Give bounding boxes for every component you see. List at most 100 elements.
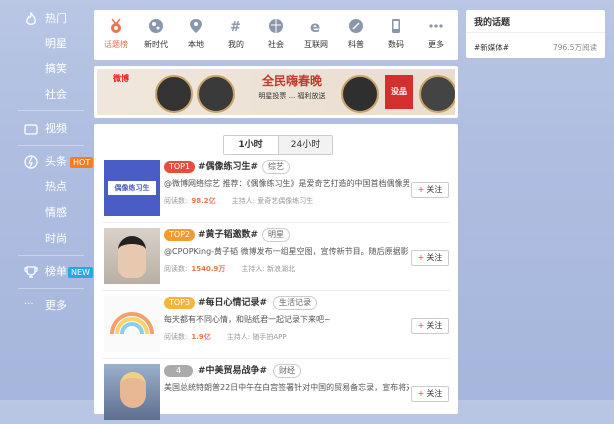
tab-more[interactable]: 更多 (416, 10, 456, 60)
topic-tag[interactable]: 生活记录 (273, 296, 317, 310)
nav-label: 热门 (45, 12, 67, 25)
tab-internet[interactable]: e 互联网 (296, 10, 336, 60)
nav-label: 头条 (45, 155, 67, 168)
topic-thumbnail (104, 364, 160, 420)
weibo-logo: 微博 (113, 74, 129, 83)
thumbnail-text: 偶像练习生 (108, 181, 156, 195)
row-divider (102, 222, 450, 223)
read-count-label: 阅读数: (164, 333, 188, 341)
phone-icon (392, 19, 400, 33)
read-count: 1.9亿 (191, 333, 211, 341)
my-topics-card: 我的话题 #新媒体# 796.5万阅读 (466, 10, 605, 58)
more-dots-icon (429, 24, 443, 28)
banner-prize: 没品 (385, 75, 413, 109)
topic-title[interactable]: #每日心情记录# (198, 296, 267, 310)
my-topic-read-count: 796.5万阅读 (553, 43, 597, 52)
tab-science[interactable]: 科普 (336, 10, 376, 60)
follow-label: 关注 (426, 321, 443, 330)
nav-item-hotspot[interactable]: 热点 (0, 176, 90, 198)
location-pin-icon (190, 19, 202, 33)
follow-button[interactable]: + 关注 (411, 182, 449, 198)
host-label: 主持人: (226, 333, 251, 341)
nav-item-funny[interactable]: 搞笑 (0, 58, 90, 80)
read-count-label: 阅读数: (164, 197, 188, 205)
banner-circle (419, 75, 455, 113)
read-count: 98.2亿 (191, 197, 216, 205)
banner-headline: 全民嗨春晚 明星投票 ... 福利放送 (245, 72, 339, 112)
topic-meta: 阅读数: 98.2亿 主持人: 爱奇艺偶像练习生 (164, 196, 313, 206)
tab-label: 互联网 (304, 40, 328, 49)
nav-divider (18, 288, 84, 289)
card-divider (466, 32, 605, 33)
nav-item-fashion[interactable]: 时尚 (0, 228, 90, 250)
nav-label: 更多 (45, 299, 67, 312)
topic-tag[interactable]: 综艺 (262, 160, 290, 174)
portrait-figure (118, 236, 146, 278)
topic-title[interactable]: #偶像练习生# (198, 160, 258, 174)
topic-row[interactable]: 偶像练习生 TOP1 #偶像练习生# 综艺 @微博网络综艺 推荐：《偶像练习生》… (102, 160, 450, 220)
topic-row[interactable]: TOP2 #黄子韬邀数# 明星 @CPOPKing-黄子韬 微博发布一组星空图，… (102, 228, 450, 288)
topic-title[interactable]: #黄子韬邀数# (198, 228, 258, 242)
topic-row[interactable]: TOP3 #每日心情记录# 生活记录 每天都有不同心情，和贴纸君一起记录下来吧~… (102, 296, 450, 356)
fire-icon (26, 12, 36, 25)
nav-item-video[interactable]: 视频 (0, 118, 90, 140)
tab-mine[interactable]: # 我的 (216, 10, 256, 60)
read-count: 1540.9万 (191, 265, 226, 273)
nav-item-stars[interactable]: 明星 (0, 33, 90, 55)
nav-item-emotion[interactable]: 情感 (0, 202, 90, 224)
host-label: 主持人: (241, 265, 265, 273)
promo-banner[interactable]: 微博 全民嗨春晚 明星投票 ... 福利放送 没品 (94, 66, 458, 118)
tab-local[interactable]: 本地 (176, 10, 216, 60)
more-dots-icon: ··· (24, 299, 34, 310)
topic-meta: 阅读数: 1.9亿 主持人: 随手拍APP (164, 332, 287, 342)
tab-1-hour[interactable]: 1小时 (224, 136, 277, 154)
banner-subtitle: 明星投票 ... 福利放送 (258, 92, 326, 100)
topic-row[interactable]: 4 #中美贸易战争# 财经 美国总统特朗普22日中午在白宫签署针对中国的贸易备忘… (102, 364, 450, 424)
nav-divider (18, 110, 84, 111)
tab-society[interactable]: 社会 (256, 10, 296, 60)
host-name[interactable]: 爱奇艺偶像练习生 (257, 197, 313, 205)
nav-item-hot[interactable]: 热门 (0, 8, 90, 30)
globe-icon (149, 19, 163, 33)
medal-icon (111, 18, 121, 33)
banner-circle (155, 75, 193, 113)
banner-title: 全民嗨春晚 (261, 74, 322, 88)
svg-text:#: # (230, 20, 241, 34)
rank-badge: TOP2 (164, 229, 196, 241)
topic-description: 每天都有不同心情，和贴纸君一起记录下来吧~ (164, 315, 331, 324)
left-nav: 热门 明星 搞笑 社会 视频 头条 HOT 热点 情感 时尚 榜单 NEW ··… (0, 0, 94, 400)
tab-new-era[interactable]: 新时代 (136, 10, 176, 60)
follow-button[interactable]: + 关注 (411, 250, 449, 266)
nav-item-more[interactable]: ··· 更多 (0, 295, 90, 317)
tab-label: 新时代 (144, 40, 168, 49)
topic-thumbnail: 偶像练习生 (104, 160, 160, 216)
tab-label: 数码 (388, 40, 404, 49)
topic-thumbnail (104, 296, 160, 352)
science-icon (349, 19, 363, 33)
nav-item-headline[interactable]: 头条 HOT (0, 151, 94, 173)
topic-tag[interactable]: 财经 (273, 364, 301, 378)
tab-topic-ranking[interactable]: 话题榜 (96, 10, 136, 60)
topic-description: 美国总统特朗普22日中午在白宫签署针对中国的贸易备忘录，宣布将对从... (164, 383, 409, 392)
topic-title[interactable]: #中美贸易战争# (198, 364, 267, 378)
topic-tag[interactable]: 明星 (262, 228, 290, 242)
tab-digital[interactable]: 数码 (376, 10, 416, 60)
tab-label: 社会 (268, 40, 284, 49)
tab-24-hours[interactable]: 24小时 (278, 136, 332, 154)
host-name[interactable]: 随手拍APP (252, 333, 286, 341)
my-topic-name[interactable]: #新媒体# (474, 42, 509, 53)
tab-label: 话题榜 (104, 40, 128, 49)
nav-label: 榜单 (45, 265, 67, 278)
nav-item-society[interactable]: 社会 (0, 84, 90, 106)
follow-button[interactable]: + 关注 (411, 318, 449, 334)
my-topics-heading: 我的话题 (474, 18, 511, 28)
topic-description: @微博网络综艺 推荐：《偶像练习生》是爱奇艺打造的中国首档偶像男团... (164, 179, 409, 188)
nav-label: 明星 (45, 37, 67, 50)
nav-item-rankings[interactable]: 榜单 NEW (0, 261, 93, 283)
nav-label: 时尚 (45, 232, 67, 245)
host-name[interactable]: 新浪湖北 (267, 265, 295, 273)
rank-badge: TOP3 (164, 297, 196, 309)
rank-badge: 4 (164, 365, 194, 377)
svg-text:e: e (310, 18, 320, 34)
tab-label: 科普 (348, 40, 364, 49)
